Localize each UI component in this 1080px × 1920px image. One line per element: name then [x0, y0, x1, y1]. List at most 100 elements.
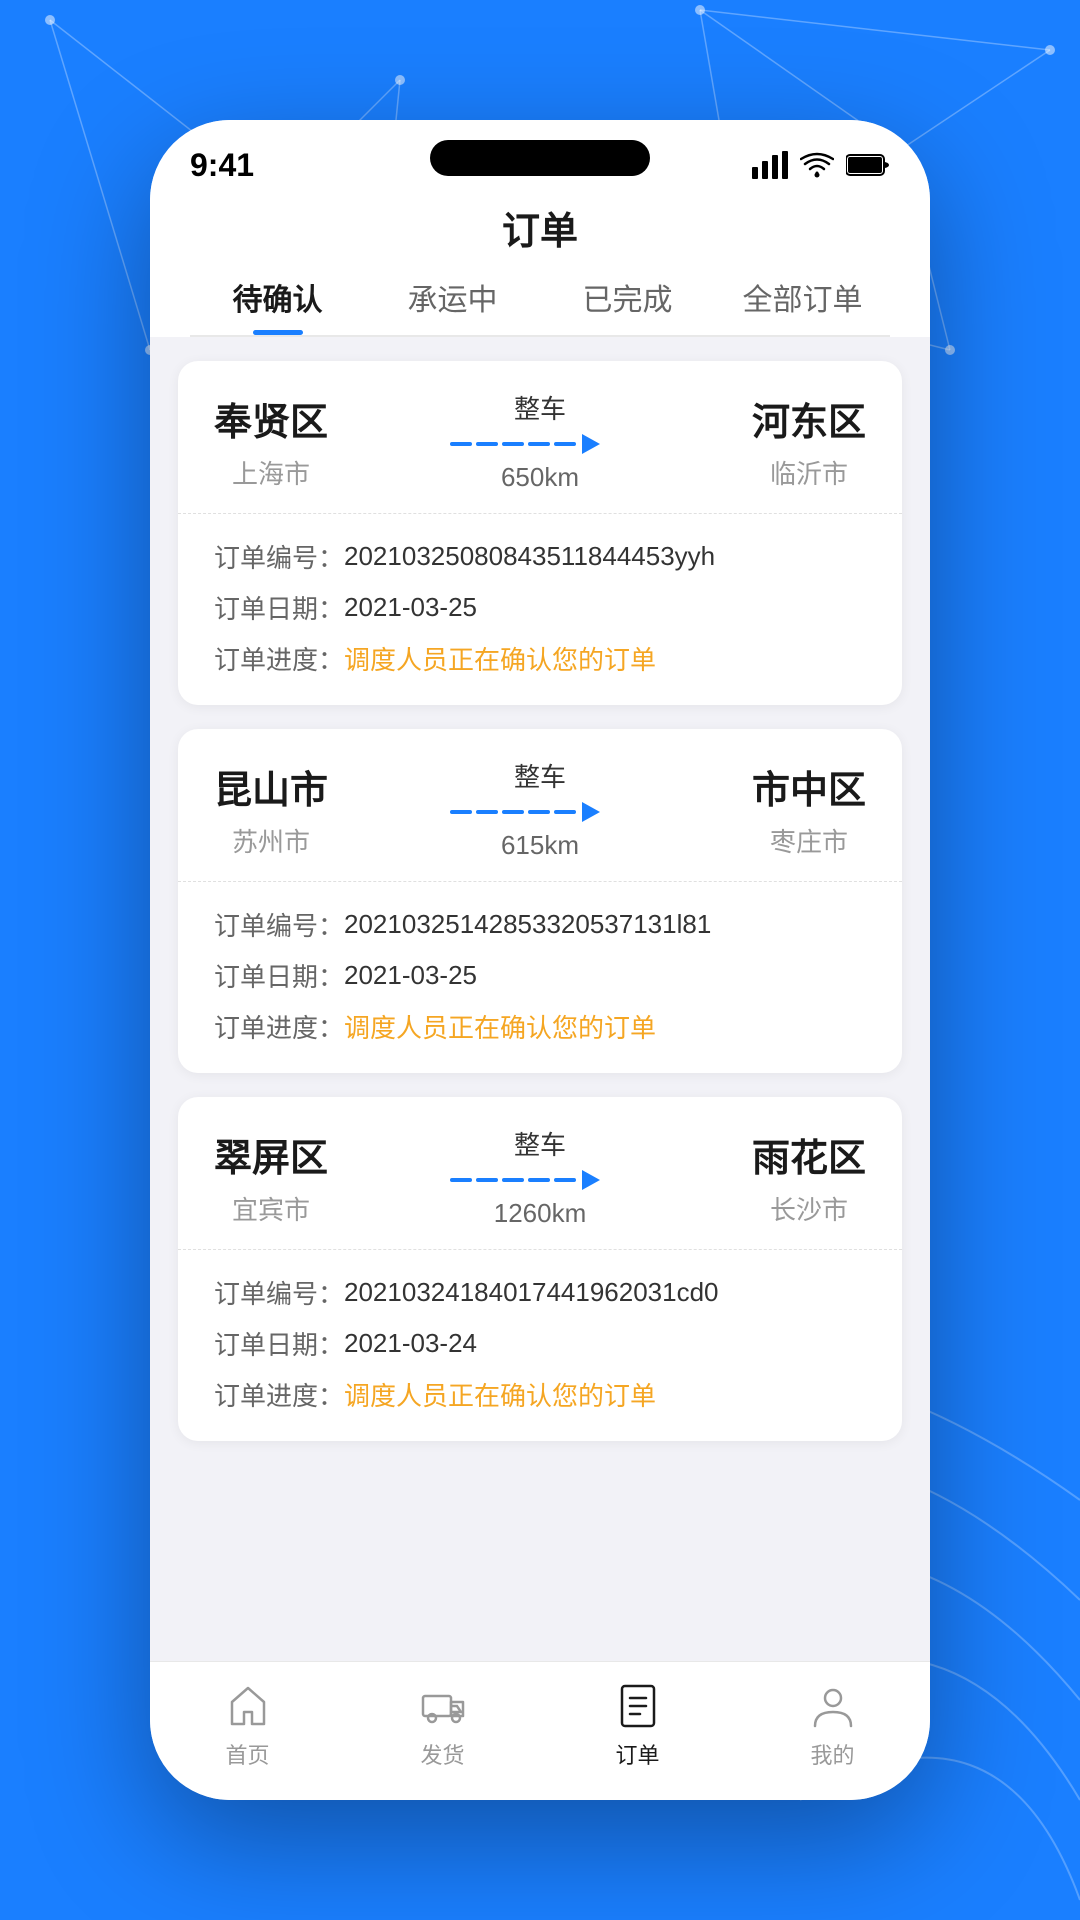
- arrow-head-3: [582, 1170, 600, 1190]
- bottom-navigation: 首页 发货 订单: [150, 1661, 930, 1800]
- to-location-2: 市中区 枣庄市: [752, 759, 866, 859]
- order-card-2[interactable]: 昆山市 苏州市 整车 615: [178, 729, 902, 1073]
- dash: [450, 810, 472, 814]
- dash: [476, 810, 498, 814]
- battery-icon: [846, 153, 890, 177]
- status-bar-container: 9:41: [150, 120, 930, 337]
- to-location-3: 雨花区 长沙市: [752, 1127, 866, 1227]
- phone-frame: 9:41: [150, 120, 930, 1800]
- route-type-3: 整车: [514, 1125, 566, 1162]
- distance-2: 615km: [501, 830, 579, 861]
- order-date-label-1: 订单日期：: [214, 589, 344, 626]
- order-details-2: 订单编号： 20210325142853320537131l81 订单日期： 2…: [178, 882, 902, 1073]
- from-district-3: 宜宾市: [232, 1190, 310, 1227]
- order-route-1: 奉贤区 上海市 整车 650: [178, 361, 902, 514]
- arrow-head-2: [582, 802, 600, 822]
- orders-icon: [614, 1682, 662, 1730]
- order-no-value-3: 20210324184017441962031cd0: [344, 1277, 719, 1308]
- order-progress-row-3: 订单进度： 调度人员正在确认您的订单: [214, 1376, 866, 1413]
- order-card-3[interactable]: 翠屏区 宜宾市 整车 126: [178, 1097, 902, 1441]
- from-city-1: 奉贤区: [214, 391, 328, 446]
- route-arrow-2: [450, 802, 630, 822]
- order-no-label-2: 订单编号：: [214, 906, 344, 943]
- tab-pending[interactable]: 待确认: [190, 275, 365, 335]
- truck-icon: [419, 1682, 467, 1730]
- order-no-label-1: 订单编号：: [214, 538, 344, 575]
- nav-label-shipping: 发货: [420, 1738, 464, 1770]
- nav-item-profile[interactable]: 我的: [809, 1682, 857, 1770]
- order-list: 奉贤区 上海市 整车 650: [150, 337, 930, 1661]
- nav-label-orders: 订单: [615, 1738, 659, 1770]
- order-no-value-2: 20210325142853320537131l81: [344, 909, 711, 940]
- to-city-3: 雨花区: [752, 1127, 866, 1182]
- arrow-dashes-2: [450, 802, 600, 822]
- order-date-row-3: 订单日期： 2021-03-24: [214, 1325, 866, 1362]
- order-progress-value-3: 调度人员正在确认您的订单: [344, 1376, 656, 1413]
- route-middle-2: 整车 615km: [328, 757, 752, 861]
- arrow-head-1: [582, 434, 600, 454]
- from-location-2: 昆山市 苏州市: [214, 759, 328, 859]
- order-details-3: 订单编号： 20210324184017441962031cd0 订单日期： 2…: [178, 1250, 902, 1441]
- tab-completed[interactable]: 已完成: [540, 275, 715, 335]
- distance-3: 1260km: [494, 1198, 587, 1229]
- order-date-value-2: 2021-03-25: [344, 960, 477, 991]
- dash: [502, 1178, 524, 1182]
- to-district-3: 长沙市: [770, 1190, 848, 1227]
- route-middle-1: 整车 650km: [328, 389, 752, 493]
- route-type-2: 整车: [514, 757, 566, 794]
- order-card-1[interactable]: 奉贤区 上海市 整车 650: [178, 361, 902, 705]
- wifi-icon: [800, 151, 834, 179]
- to-location-1: 河东区 临沂市: [752, 391, 866, 491]
- order-no-row-3: 订单编号： 20210324184017441962031cd0: [214, 1274, 866, 1311]
- order-progress-row-1: 订单进度： 调度人员正在确认您的订单: [214, 640, 866, 677]
- status-time: 9:41: [190, 147, 254, 184]
- nav-label-home: 首页: [225, 1738, 269, 1770]
- profile-icon: [809, 1682, 857, 1730]
- order-progress-row-2: 订单进度： 调度人员正在确认您的订单: [214, 1008, 866, 1045]
- arrow-dashes-1: [450, 434, 600, 454]
- distance-1: 650km: [501, 462, 579, 493]
- route-type-1: 整车: [514, 389, 566, 426]
- route-arrow-3: [450, 1170, 630, 1190]
- dash: [528, 1178, 550, 1182]
- page-title: 订单: [190, 200, 890, 275]
- to-city-2: 市中区: [752, 759, 866, 814]
- to-city-1: 河东区: [752, 391, 866, 446]
- dash: [476, 1178, 498, 1182]
- status-icons: [752, 151, 890, 179]
- arrow-dashes-3: [450, 1170, 600, 1190]
- from-city-2: 昆山市: [214, 759, 328, 814]
- dash: [476, 442, 498, 446]
- to-district-1: 临沂市: [770, 454, 848, 491]
- dash: [528, 442, 550, 446]
- order-progress-value-2: 调度人员正在确认您的订单: [344, 1008, 656, 1045]
- route-middle-3: 整车 1260km: [328, 1125, 752, 1229]
- nav-item-home[interactable]: 首页: [224, 1682, 272, 1770]
- tab-all[interactable]: 全部订单: [715, 275, 890, 335]
- order-date-row-1: 订单日期： 2021-03-25: [214, 589, 866, 626]
- tab-in-transit[interactable]: 承运中: [365, 275, 540, 335]
- order-progress-label-1: 订单进度：: [214, 640, 344, 677]
- home-icon: [224, 1682, 272, 1730]
- nav-item-orders[interactable]: 订单: [614, 1682, 662, 1770]
- to-district-2: 枣庄市: [770, 822, 848, 859]
- order-progress-label-3: 订单进度：: [214, 1376, 344, 1413]
- from-district-2: 苏州市: [232, 822, 310, 859]
- order-details-1: 订单编号： 20210325080843511844453yyh 订单日期： 2…: [178, 514, 902, 705]
- dash: [554, 1178, 576, 1182]
- order-no-label-3: 订单编号：: [214, 1274, 344, 1311]
- from-location-3: 翠屏区 宜宾市: [214, 1127, 328, 1227]
- order-progress-value-1: 调度人员正在确认您的订单: [344, 640, 656, 677]
- dynamic-island: [430, 140, 650, 176]
- from-district-1: 上海市: [232, 454, 310, 491]
- order-date-value-1: 2021-03-25: [344, 592, 477, 623]
- order-progress-label-2: 订单进度：: [214, 1008, 344, 1045]
- signal-icon: [752, 151, 788, 179]
- dash: [450, 1178, 472, 1182]
- tab-bar: 待确认 承运中 已完成 全部订单: [190, 275, 890, 335]
- from-location-1: 奉贤区 上海市: [214, 391, 328, 491]
- nav-item-shipping[interactable]: 发货: [419, 1682, 467, 1770]
- dash: [502, 442, 524, 446]
- route-arrow-1: [450, 434, 630, 454]
- order-no-value-1: 20210325080843511844453yyh: [344, 541, 715, 572]
